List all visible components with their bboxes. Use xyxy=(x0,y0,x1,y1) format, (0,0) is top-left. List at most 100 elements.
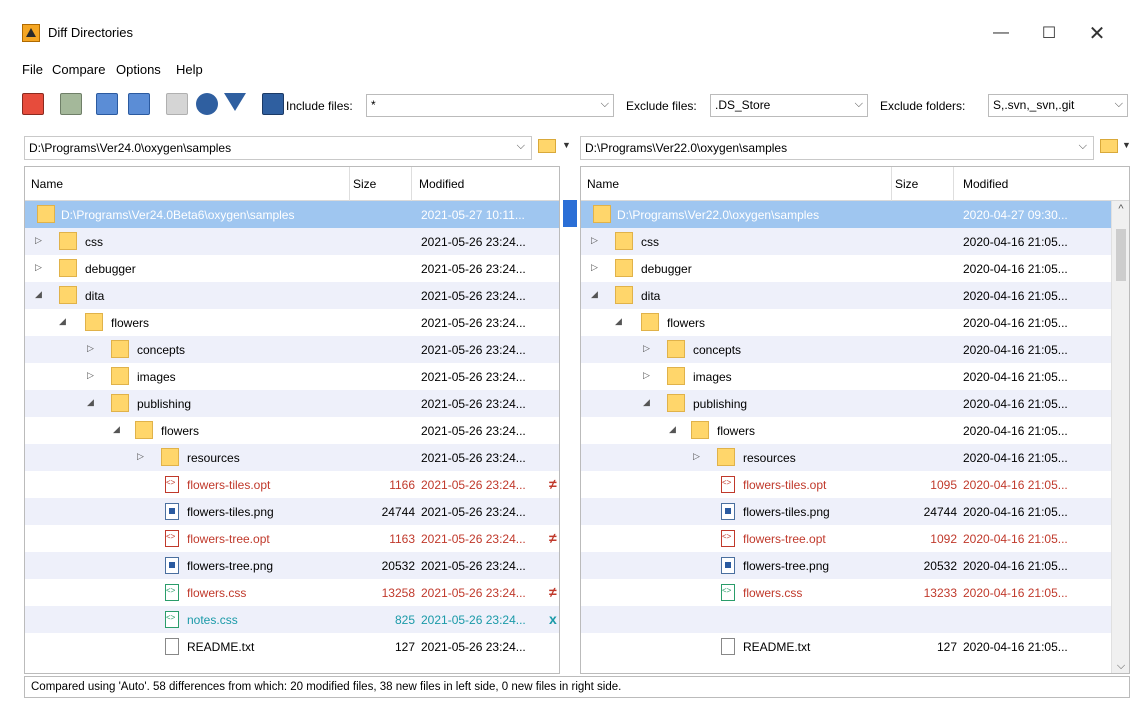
expand-icon[interactable]: ▷ xyxy=(693,451,700,462)
title-bar: Diff Directories — ☐ ✕ xyxy=(0,0,1137,60)
table-row[interactable]: ▷ images 2020-04-16 21:05... xyxy=(581,363,1111,390)
expand-icon[interactable]: ▷ xyxy=(35,235,42,246)
copy-right-icon[interactable] xyxy=(128,93,150,115)
table-row[interactable]: flowers-tiles.opt 1095 2020-04-16 21:05.… xyxy=(581,471,1111,498)
size-column-header[interactable]: Size xyxy=(353,177,376,191)
left-path-combo[interactable]: D:\Programs\Ver24.0\oxygen\samples ⌵ xyxy=(24,136,532,160)
collapse-icon[interactable]: ◢ xyxy=(669,424,676,435)
table-row[interactable]: ◢ publishing 2021-05-26 23:24... xyxy=(25,390,559,417)
table-row[interactable]: D:\Programs\Ver24.0Beta6\oxygen\samples … xyxy=(25,201,559,228)
right-path-combo[interactable]: D:\Programs\Ver22.0\oxygen\samples ⌵ xyxy=(580,136,1094,160)
expand-icon[interactable]: ▷ xyxy=(87,370,94,381)
table-row[interactable]: flowers-tree.png 20532 2020-04-16 21:05.… xyxy=(581,552,1111,579)
table-row[interactable]: ◢ dita 2020-04-16 21:05... xyxy=(581,282,1111,309)
minimize-button[interactable]: — xyxy=(978,16,1024,50)
table-row[interactable]: flowers-tree.opt 1092 2020-04-16 21:05..… xyxy=(581,525,1111,552)
size-column-header[interactable]: Size xyxy=(895,177,918,191)
include-files-combo[interactable]: * ⌵ xyxy=(366,94,614,117)
table-row[interactable]: notes.css 825 2021-05-26 23:24... x xyxy=(25,606,559,633)
table-row[interactable]: ◢ flowers 2021-05-26 23:24... xyxy=(25,309,559,336)
right-browse-folder-icon[interactable] xyxy=(1100,139,1118,153)
collapse-icon[interactable]: ◢ xyxy=(591,289,598,300)
collapse-icon[interactable]: ◢ xyxy=(643,397,650,408)
collapse-icon[interactable]: ◢ xyxy=(113,424,120,435)
menu-file[interactable]: File xyxy=(22,62,43,77)
expand-icon[interactable]: ▷ xyxy=(87,343,94,354)
expand-icon[interactable]: ▷ xyxy=(137,451,144,462)
table-row[interactable]: ▷ resources 2020-04-16 21:05... xyxy=(581,444,1111,471)
table-row[interactable]: ▷ css 2021-05-26 23:24... xyxy=(25,228,559,255)
maximize-button[interactable]: ☐ xyxy=(1026,16,1072,50)
chevron-down-icon: ⌵ xyxy=(1078,140,1087,152)
binary-compare-icon[interactable] xyxy=(166,93,188,115)
table-row[interactable]: ◢ flowers 2020-04-16 21:05... xyxy=(581,309,1111,336)
menu-options[interactable]: Options xyxy=(116,62,161,77)
expand-icon[interactable]: ▷ xyxy=(35,262,42,273)
table-row[interactable]: ◢ publishing 2020-04-16 21:05... xyxy=(581,390,1111,417)
table-row[interactable]: flowers-tree.png 20532 2021-05-26 23:24.… xyxy=(25,552,559,579)
table-row[interactable]: flowers.css 13258 2021-05-26 23:24... ≠ xyxy=(25,579,559,606)
vertical-scrollbar[interactable]: ^ ⌵ xyxy=(1111,201,1129,673)
modified-column-header[interactable]: Modified xyxy=(963,177,1008,191)
table-row[interactable]: ◢ flowers 2020-04-16 21:05... xyxy=(581,417,1111,444)
table-row[interactable]: ▷ concepts 2020-04-16 21:05... xyxy=(581,336,1111,363)
expand-icon[interactable]: ▷ xyxy=(591,262,598,273)
right-path-value: D:\Programs\Ver22.0\oxygen\samples xyxy=(585,141,788,155)
expand-icon[interactable]: ▷ xyxy=(643,370,650,381)
modified-mark-icon: ≠ xyxy=(549,584,557,600)
left-path-value: D:\Programs\Ver24.0\oxygen\samples xyxy=(29,141,232,155)
collapse-icon[interactable]: ◢ xyxy=(87,397,94,408)
table-row[interactable]: ▷ css 2020-04-16 21:05... xyxy=(581,228,1111,255)
exclude-files-combo[interactable]: .DS_Store ⌵ xyxy=(710,94,868,117)
table-row[interactable]: ▷ debugger 2020-04-16 21:05... xyxy=(581,255,1111,282)
save-icon[interactable] xyxy=(262,93,284,115)
left-tree-table[interactable]: Name Size Modified D:\Programs\Ver24.0Be… xyxy=(24,166,560,674)
table-row[interactable]: README.txt 127 2020-04-16 21:05... xyxy=(581,633,1111,660)
expand-icon[interactable]: ▷ xyxy=(591,235,598,246)
table-row[interactable]: ▷ images 2021-05-26 23:24... xyxy=(25,363,559,390)
modified-column-header[interactable]: Modified xyxy=(419,177,464,191)
include-files-label: Include files: xyxy=(286,99,353,113)
xml-file-icon xyxy=(721,476,735,493)
menu-help[interactable]: Help xyxy=(176,62,203,77)
diff-files-icon[interactable] xyxy=(60,93,82,115)
table-row[interactable]: flowers-tiles.png 24744 2020-04-16 21:05… xyxy=(581,498,1111,525)
scrollbar-thumb[interactable] xyxy=(1116,229,1126,281)
css-file-icon xyxy=(165,611,179,628)
table-row[interactable]: ▷ concepts 2021-05-26 23:24... xyxy=(25,336,559,363)
table-row[interactable]: D:\Programs\Ver22.0\oxygen\samples 2020-… xyxy=(581,201,1111,228)
collapse-icon[interactable]: ◢ xyxy=(59,316,66,327)
table-row[interactable] xyxy=(581,606,1111,633)
name-column-header[interactable]: Name xyxy=(587,177,619,191)
table-row[interactable]: ▷ debugger 2021-05-26 23:24... xyxy=(25,255,559,282)
left-browse-folder-icon[interactable] xyxy=(538,139,556,153)
name-column-header[interactable]: Name xyxy=(31,177,63,191)
copy-left-icon[interactable] xyxy=(96,93,118,115)
compare-icon[interactable] xyxy=(22,93,44,115)
menu-compare[interactable]: Compare xyxy=(52,62,105,77)
table-row[interactable]: ◢ dita 2021-05-26 23:24... xyxy=(25,282,559,309)
close-button[interactable]: ✕ xyxy=(1074,16,1120,50)
table-row[interactable]: flowers-tree.opt 1163 2021-05-26 23:24..… xyxy=(25,525,559,552)
exclude-folders-combo[interactable]: S,.svn,_svn,.git ⌵ xyxy=(988,94,1128,117)
table-row[interactable]: flowers-tiles.opt 1166 2021-05-26 23:24.… xyxy=(25,471,559,498)
table-row[interactable]: ▷ resources 2021-05-26 23:24... xyxy=(25,444,559,471)
table-row[interactable]: README.txt 127 2021-05-26 23:24... xyxy=(25,633,559,660)
right-tree-table[interactable]: Name Size Modified D:\Programs\Ver22.0\o… xyxy=(580,166,1130,674)
gear-icon[interactable] xyxy=(196,93,218,115)
difference-overview-marker[interactable] xyxy=(563,200,577,227)
text-file-icon xyxy=(721,638,735,655)
filter-icon[interactable] xyxy=(224,93,246,111)
table-row[interactable]: ◢ flowers 2021-05-26 23:24... xyxy=(25,417,559,444)
exclude-files-value: .DS_Store xyxy=(715,98,771,112)
css-file-icon xyxy=(165,584,179,601)
expand-icon[interactable]: ▷ xyxy=(643,343,650,354)
table-row[interactable]: flowers-tiles.png 24744 2021-05-26 23:24… xyxy=(25,498,559,525)
left-browse-dropdown-icon[interactable]: ▼ xyxy=(562,140,571,150)
scroll-up-icon[interactable]: ^ xyxy=(1112,203,1129,215)
collapse-icon[interactable]: ◢ xyxy=(35,289,42,300)
right-browse-dropdown-icon[interactable]: ▼ xyxy=(1122,140,1131,150)
scroll-down-icon[interactable]: ⌵ xyxy=(1112,660,1129,673)
collapse-icon[interactable]: ◢ xyxy=(615,316,622,327)
table-row[interactable]: flowers.css 13233 2020-04-16 21:05... xyxy=(581,579,1111,606)
